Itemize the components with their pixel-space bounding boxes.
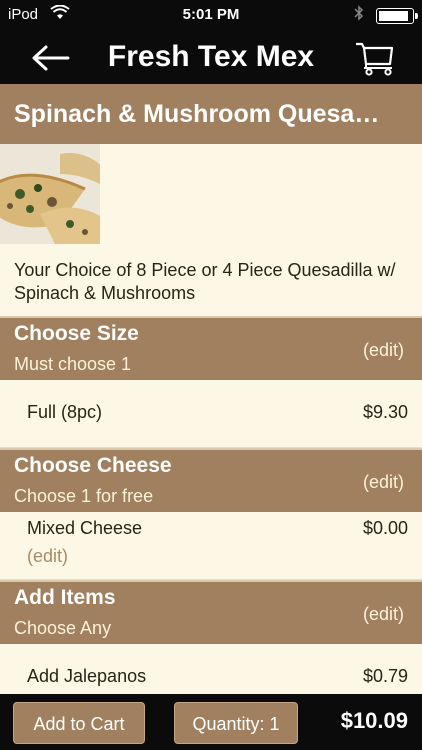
add-to-cart-button[interactable]: Add to Cart	[13, 702, 145, 744]
option-price: $0.00	[362, 518, 408, 538]
section-title: Add Items	[14, 586, 116, 609]
edit-link[interactable]: (edit)	[363, 340, 404, 361]
quantity-button[interactable]: Quantity: 1	[174, 702, 298, 744]
option-name: Mixed Cheese	[27, 518, 143, 538]
back-arrow-icon[interactable]	[28, 38, 74, 78]
section-title: Choose Size	[14, 322, 139, 345]
section-header-cheese[interactable]: Choose Cheese Choose 1 for free (edit)	[0, 448, 422, 512]
nav-bar: Fresh Tex Mex	[0, 30, 422, 84]
option-edit-link[interactable]: (edit)	[27, 546, 68, 567]
option-price: $9.30	[362, 402, 408, 422]
option-name: Add Jalepanos	[27, 666, 147, 686]
order-total: $10.09	[340, 708, 408, 733]
battery-icon	[376, 8, 418, 24]
section-subtitle: Choose 1 for free	[14, 486, 154, 506]
option-price: $0.79	[362, 666, 408, 686]
edit-link[interactable]: (edit)	[363, 604, 404, 625]
section-subtitle: Must choose 1	[14, 354, 132, 374]
option-row[interactable]: Add Jalepanos $0.79	[0, 644, 422, 694]
page-title: Fresh Tex Mex	[107, 40, 315, 73]
product-title: Spinach & Mushroom Quesa…	[0, 84, 422, 144]
option-row[interactable]: Mixed Cheese $0.00 (edit)	[0, 512, 422, 580]
section-header-add-items[interactable]: Add Items Choose Any (edit)	[0, 580, 422, 644]
product-description: Your Choice of 8 Piece or 4 Piece Quesad…	[14, 260, 396, 303]
option-row[interactable]: Full (8pc) $9.30	[0, 380, 422, 448]
section-subtitle: Choose Any	[14, 618, 112, 638]
product-image	[0, 144, 100, 244]
section-header-size[interactable]: Choose Size Must choose 1 (edit)	[0, 316, 422, 380]
section-title: Choose Cheese	[14, 454, 172, 477]
option-name: Full (8pc)	[27, 402, 103, 422]
menu-item-detail[interactable]: Spinach & Mushroom Quesa… Your Choice of…	[0, 84, 422, 694]
bluetooth-icon	[354, 5, 364, 25]
edit-link[interactable]: (edit)	[363, 472, 404, 493]
shopping-cart-icon[interactable]	[354, 40, 398, 76]
status-bar: iPod 5:01 PM	[0, 0, 422, 30]
bottom-toolbar: Add to Cart Quantity: 1 $10.09	[0, 694, 422, 750]
